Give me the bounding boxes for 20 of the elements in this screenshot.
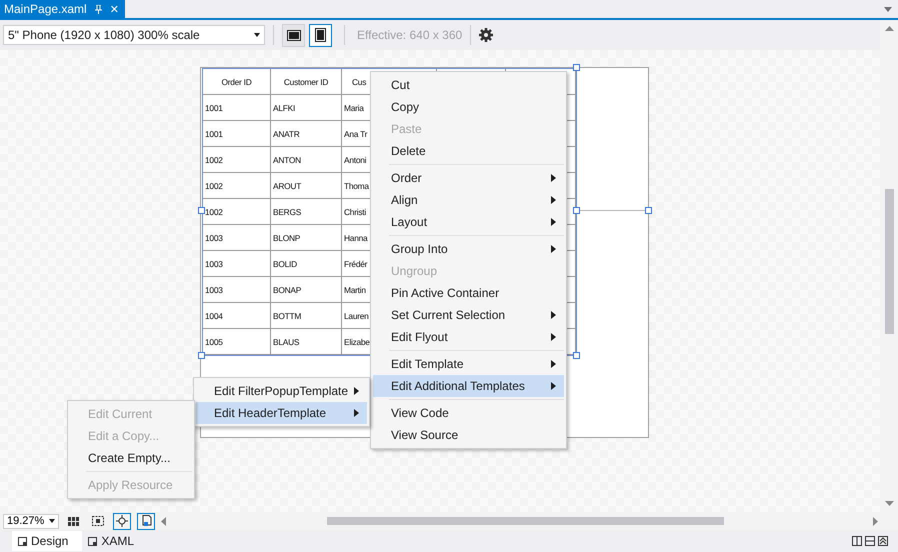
table-cell: ANATR bbox=[271, 121, 342, 147]
table-cell: BERGS bbox=[271, 199, 342, 225]
table-cell: BOTTM bbox=[271, 303, 342, 329]
table-cell: ANTON bbox=[271, 147, 342, 173]
table-cell: 1002 bbox=[203, 173, 271, 199]
table-cell: 1002 bbox=[203, 147, 271, 173]
table-cell: BLONP bbox=[271, 225, 342, 251]
effective-size: Effective: 640 x 360 bbox=[357, 28, 462, 42]
table-cell: 1004 bbox=[203, 303, 271, 329]
table-cell: 1003 bbox=[203, 225, 271, 251]
table-cell: BOLID bbox=[271, 251, 342, 277]
tab-title: MainPage.xaml bbox=[4, 2, 87, 16]
table-cell: BONAP bbox=[271, 277, 342, 303]
table-cell: ALFKI bbox=[271, 95, 342, 121]
table-cell: 1001 bbox=[203, 121, 271, 147]
table-cell: 1003 bbox=[203, 277, 271, 303]
table-cell: BLAUS bbox=[271, 329, 342, 355]
table-cell: 1001 bbox=[203, 95, 271, 121]
table-cell: AROUT bbox=[271, 173, 342, 199]
table-cell: 1003 bbox=[203, 251, 271, 277]
